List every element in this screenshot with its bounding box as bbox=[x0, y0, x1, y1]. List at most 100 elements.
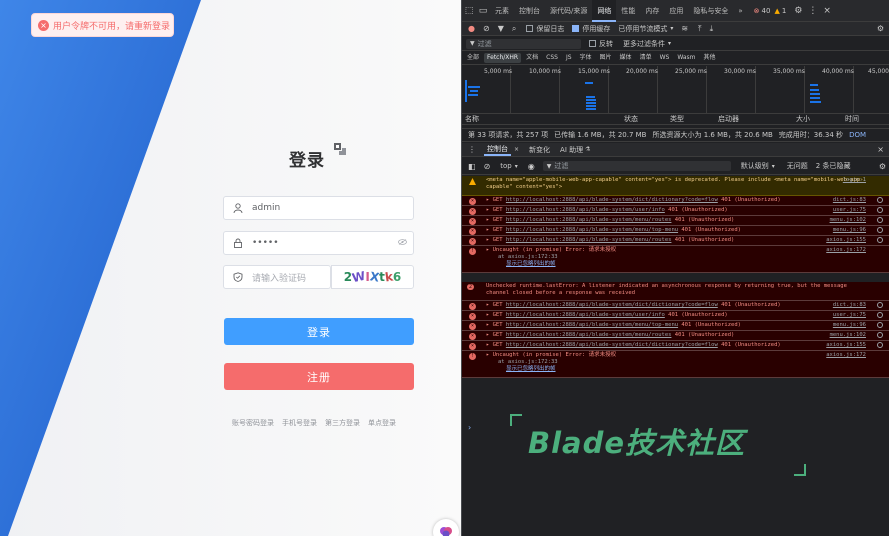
console-filter-input[interactable]: ▼ 过滤 bbox=[542, 161, 731, 171]
link-account-login[interactable]: 账号密码登录 bbox=[232, 418, 274, 428]
console-error-row[interactable]: × ▸ GET http://localhost:2888/api/blade-s… bbox=[462, 301, 889, 311]
network-globe-icon[interactable] bbox=[877, 322, 883, 328]
console-error-row[interactable]: × ▸ GET http://localhost:2888/api/blade-s… bbox=[462, 331, 889, 341]
live-expression-eye-icon[interactable]: ◉ bbox=[528, 162, 535, 171]
console-runtime-error[interactable]: 2 Unchecked runtime.lastError: A listene… bbox=[462, 282, 889, 301]
log-source-link[interactable]: menu.js:96 bbox=[833, 227, 866, 234]
show-ignored-frames-link[interactable]: 显示已忽略列出的帧 bbox=[486, 366, 868, 373]
password-field[interactable]: ••••• bbox=[223, 231, 414, 255]
preserve-log-checkbox[interactable] bbox=[526, 25, 534, 32]
log-level-select[interactable]: 默认级别 ▾ bbox=[737, 161, 779, 171]
tab-console[interactable]: 控制台 bbox=[514, 0, 545, 22]
log-source-link[interactable]: axios.js:172 bbox=[826, 247, 866, 254]
console-settings-icon[interactable]: ⚙ bbox=[879, 162, 886, 171]
chip-wasm[interactable]: Wasm bbox=[674, 53, 698, 63]
upload-icon[interactable]: ⤒ bbox=[698, 24, 702, 34]
drawer-tab-ai-assistant[interactable]: AI 助理 bbox=[560, 145, 583, 155]
log-source-link[interactable]: dict.js:83 bbox=[833, 197, 866, 204]
chip-other[interactable]: 其他 bbox=[701, 53, 719, 63]
network-globe-icon[interactable] bbox=[877, 197, 883, 203]
log-source-link[interactable]: menu.js:96 bbox=[833, 322, 866, 329]
issues-button[interactable]: 无问题 bbox=[787, 161, 808, 171]
sidebar-toggle-icon[interactable]: ◧ bbox=[468, 162, 476, 171]
network-globe-icon[interactable] bbox=[877, 342, 883, 348]
request-url[interactable]: http://localhost:2888/api/blade-system/d… bbox=[506, 197, 718, 203]
chip-media[interactable]: 媒体 bbox=[617, 53, 635, 63]
chip-css[interactable]: CSS bbox=[543, 53, 561, 63]
network-globe-icon[interactable] bbox=[877, 312, 883, 318]
console-error-row[interactable]: × ▸ GET http://localhost:2888/api/blade-s… bbox=[462, 196, 889, 206]
network-globe-icon[interactable] bbox=[877, 207, 883, 213]
chip-font[interactable]: 字体 bbox=[577, 53, 595, 63]
chip-fetch-xhr[interactable]: Fetch/XHR bbox=[484, 53, 522, 63]
network-globe-icon[interactable] bbox=[877, 332, 883, 338]
clear-console-icon[interactable]: ⊘ bbox=[484, 162, 491, 171]
invert-checkbox[interactable] bbox=[589, 40, 596, 47]
drawer-tab-whats-new[interactable]: 新变化 bbox=[529, 145, 550, 155]
disable-cache-checkbox[interactable] bbox=[572, 25, 580, 32]
close-devtools-icon[interactable]: × bbox=[823, 6, 831, 16]
console-uncaught-error[interactable]: ! ▸ Uncaught (in promise) Error: 请求未授权 a… bbox=[462, 351, 889, 378]
more-filters-dropdown[interactable]: 更多过滤条件 bbox=[623, 39, 665, 49]
log-source-link[interactable]: menu.js:102 bbox=[830, 332, 866, 339]
console-error-row[interactable]: × ▸ GET http://localhost:2888/api/blade-s… bbox=[462, 226, 889, 236]
network-globe-icon[interactable] bbox=[877, 227, 883, 233]
col-time[interactable]: 时间 bbox=[845, 114, 859, 124]
console-error-row[interactable]: × ▸ GET http://localhost:2888/api/blade-s… bbox=[462, 321, 889, 331]
console-error-row[interactable]: × ▸ GET http://localhost:2888/api/blade-s… bbox=[462, 311, 889, 321]
request-url[interactable]: http://localhost:2888/api/blade-system/d… bbox=[506, 302, 718, 308]
tab-network[interactable]: 网络 bbox=[592, 0, 617, 22]
drawer-menu-icon[interactable]: ⋮ bbox=[468, 145, 476, 154]
wifi-icon[interactable]: ≋ bbox=[681, 24, 688, 33]
captcha-field[interactable]: 请输入验证码 bbox=[223, 265, 331, 289]
log-source-link[interactable]: menu.js:102 bbox=[830, 217, 866, 224]
captcha-image[interactable]: 2 W I X t k 6 bbox=[331, 265, 414, 289]
console-error-row[interactable]: × ▸ GET http://localhost:2888/api/blade-s… bbox=[462, 206, 889, 216]
tab-application[interactable]: 应用 bbox=[664, 0, 688, 22]
inspect-icon[interactable]: ⬚ bbox=[462, 6, 476, 16]
link-third-party-login[interactable]: 第三方登录 bbox=[325, 418, 360, 428]
console-error-row[interactable]: × ▸ GET http://localhost:2888/api/blade-s… bbox=[462, 341, 889, 351]
drawer-tab-console[interactable]: 控制台 bbox=[484, 144, 511, 156]
chip-js[interactable]: JS bbox=[563, 53, 575, 63]
tab-memory[interactable]: 内存 bbox=[640, 0, 664, 22]
throttle-select[interactable]: 已停用节流模式 bbox=[618, 24, 667, 34]
network-globe-icon[interactable] bbox=[877, 217, 883, 223]
qr-code-icon[interactable] bbox=[334, 143, 346, 155]
network-settings-icon[interactable]: ⚙ bbox=[877, 24, 884, 33]
link-sso-login[interactable]: 单点登录 bbox=[368, 418, 396, 428]
log-source-link[interactable]: axios.js:172 bbox=[826, 352, 866, 359]
network-globe-icon[interactable] bbox=[877, 302, 883, 308]
close-icon[interactable]: × bbox=[514, 146, 519, 153]
network-filter-input[interactable]: ▼ 过滤 bbox=[466, 38, 581, 49]
log-source-link[interactable]: axios.js:155 bbox=[826, 237, 866, 244]
clear-icon[interactable]: ⊘ bbox=[483, 24, 490, 33]
tab-privacy-security[interactable]: 隐私与安全 bbox=[688, 0, 733, 22]
settings-icon[interactable]: ⚙ bbox=[794, 6, 802, 16]
col-status[interactable]: 状态 bbox=[624, 114, 638, 124]
request-url[interactable]: http://localhost:2888/api/blade-system/u… bbox=[506, 207, 665, 213]
kebab-menu-icon[interactable]: ⋮ bbox=[808, 6, 817, 16]
col-size[interactable]: 大小 bbox=[796, 114, 810, 124]
col-name[interactable]: 名称 bbox=[465, 114, 479, 124]
chip-manifest[interactable]: 清单 bbox=[637, 53, 655, 63]
console-prompt[interactable]: › bbox=[468, 423, 471, 432]
request-url[interactable]: http://localhost:2888/api/blade-system/m… bbox=[506, 322, 678, 328]
chip-ws[interactable]: WS bbox=[657, 53, 673, 63]
log-source-link[interactable]: login:1 bbox=[843, 177, 866, 184]
more-tabs-button[interactable]: » bbox=[733, 0, 747, 22]
request-url[interactable]: http://localhost:2888/api/blade-system/m… bbox=[506, 237, 672, 243]
register-button[interactable]: 注册 bbox=[224, 363, 414, 390]
console-uncaught-error[interactable]: ! ▸ Uncaught (in promise) Error: 请求未授权 a… bbox=[462, 246, 889, 273]
console-error-row[interactable]: × ▸ GET http://localhost:2888/api/blade-s… bbox=[462, 236, 889, 246]
chip-img[interactable]: 图片 bbox=[597, 53, 615, 63]
log-source-link[interactable]: user.js:75 bbox=[833, 207, 866, 214]
log-source-link[interactable]: axios.js:155 bbox=[826, 342, 866, 349]
log-source-link[interactable]: dict.js:83 bbox=[833, 302, 866, 309]
network-globe-icon[interactable] bbox=[877, 237, 883, 243]
context-selector[interactable]: top ▾ bbox=[496, 161, 522, 171]
col-initiator[interactable]: 启动器 bbox=[718, 114, 739, 124]
error-count-icon[interactable]: ⊗ bbox=[754, 7, 760, 15]
request-url[interactable]: http://localhost:2888/api/blade-system/m… bbox=[506, 332, 672, 338]
show-ignored-frames-link[interactable]: 显示已忽略列出的帧 bbox=[486, 261, 868, 268]
